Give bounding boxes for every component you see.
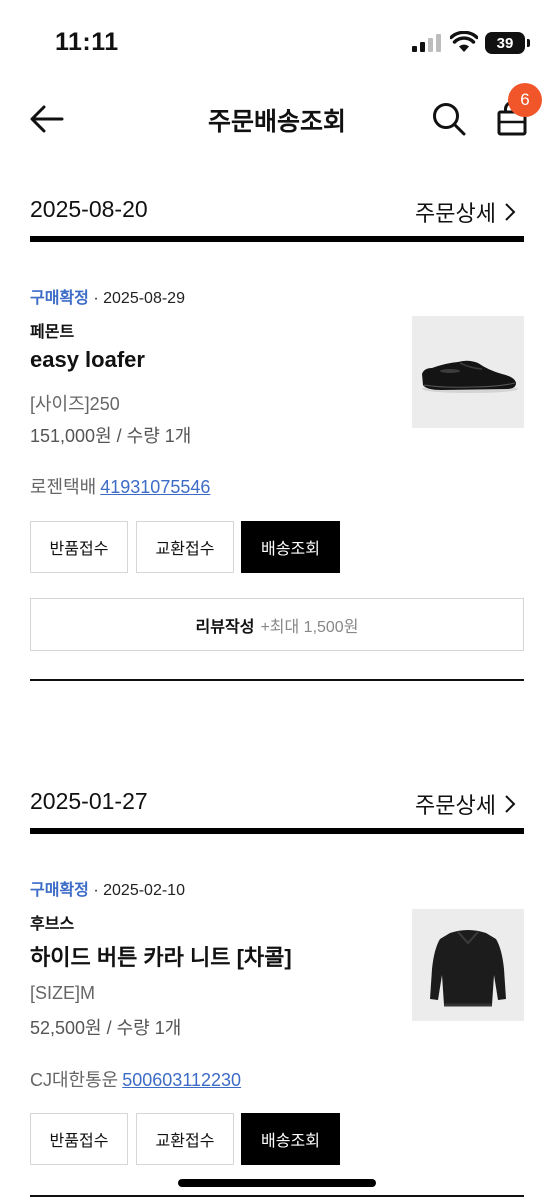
product-name[interactable]: 하이드 버튼 카라 니트 [차콜] — [30, 940, 292, 972]
courier-name: 로젠택배 — [30, 477, 97, 497]
cellular-signal-icon — [412, 34, 441, 52]
order-status: 구매확정 — [30, 882, 89, 899]
page-title: 주문배송조회 — [207, 108, 346, 136]
exchange-request-button[interactable]: 교환접수 — [136, 521, 234, 573]
section-divider — [30, 236, 524, 242]
order-status: 구매확정 — [30, 290, 89, 307]
product-option: [사이즈]250 — [30, 394, 120, 414]
chevron-right-icon — [505, 203, 516, 221]
review-label: 리뷰작성 — [195, 618, 255, 636]
status-date: · 2025-02-10 — [93, 882, 185, 899]
status-date: · 2025-08-29 — [93, 290, 185, 307]
brand-name: 페몬트 — [30, 324, 75, 341]
order-divider — [30, 679, 524, 681]
chevron-right-icon — [505, 795, 516, 813]
wifi-icon — [450, 31, 478, 52]
track-delivery-button[interactable]: 배송조회 — [241, 1113, 340, 1165]
tracking-number-link[interactable]: 41931075546 — [100, 477, 210, 497]
product-option: [SIZE]M — [30, 983, 96, 1003]
loafer-image — [422, 360, 518, 393]
track-delivery-button[interactable]: 배송조회 — [241, 521, 340, 573]
product-name[interactable]: easy loafer — [30, 347, 145, 373]
order-date: 2025-08-20 — [30, 196, 148, 222]
status-time: 11:11 — [55, 28, 119, 56]
order-status-line: 구매확정 · 2025-02-10 — [30, 876, 185, 900]
price-quantity: 52,500원 / 수량 1개 — [30, 1018, 182, 1038]
home-indicator[interactable] — [178, 1179, 376, 1187]
return-request-button[interactable]: 반품접수 — [30, 521, 128, 573]
tracking-number-link[interactable]: 500603112230 — [122, 1070, 241, 1090]
exchange-request-button[interactable]: 교환접수 — [136, 1113, 234, 1165]
courier-name: CJ대한통운 — [30, 1070, 119, 1090]
order-status-line: 구매확정 · 2025-08-29 — [30, 284, 185, 308]
write-review-button[interactable]: 리뷰작성 +최대 1,500원 — [30, 598, 524, 651]
return-request-button[interactable]: 반품접수 — [30, 1113, 128, 1165]
product-thumbnail[interactable] — [412, 316, 524, 428]
section-divider — [30, 828, 524, 834]
order-divider — [30, 1195, 524, 1197]
order-detail-link[interactable]: 주문상세 — [415, 788, 516, 820]
battery-indicator: 39 — [485, 32, 530, 54]
shipping-info: 로젠택배 41931075546 — [30, 473, 210, 499]
shipping-info: CJ대한통운 500603112230 — [30, 1066, 241, 1092]
order-detail-link[interactable]: 주문상세 — [415, 196, 516, 228]
order-detail-label: 주문상세 — [415, 793, 496, 818]
price-quantity: 151,000원 / 수량 1개 — [30, 426, 192, 446]
search-icon[interactable] — [430, 100, 468, 138]
order-date: 2025-01-27 — [30, 788, 148, 814]
product-thumbnail[interactable] — [412, 909, 524, 1021]
order-detail-label: 주문상세 — [415, 201, 496, 226]
cart-count-badge: 6 — [508, 83, 542, 117]
review-reward: +최대 1,500원 — [260, 618, 359, 636]
knit-sweater-image — [430, 930, 506, 1007]
brand-name: 후브스 — [30, 916, 75, 933]
